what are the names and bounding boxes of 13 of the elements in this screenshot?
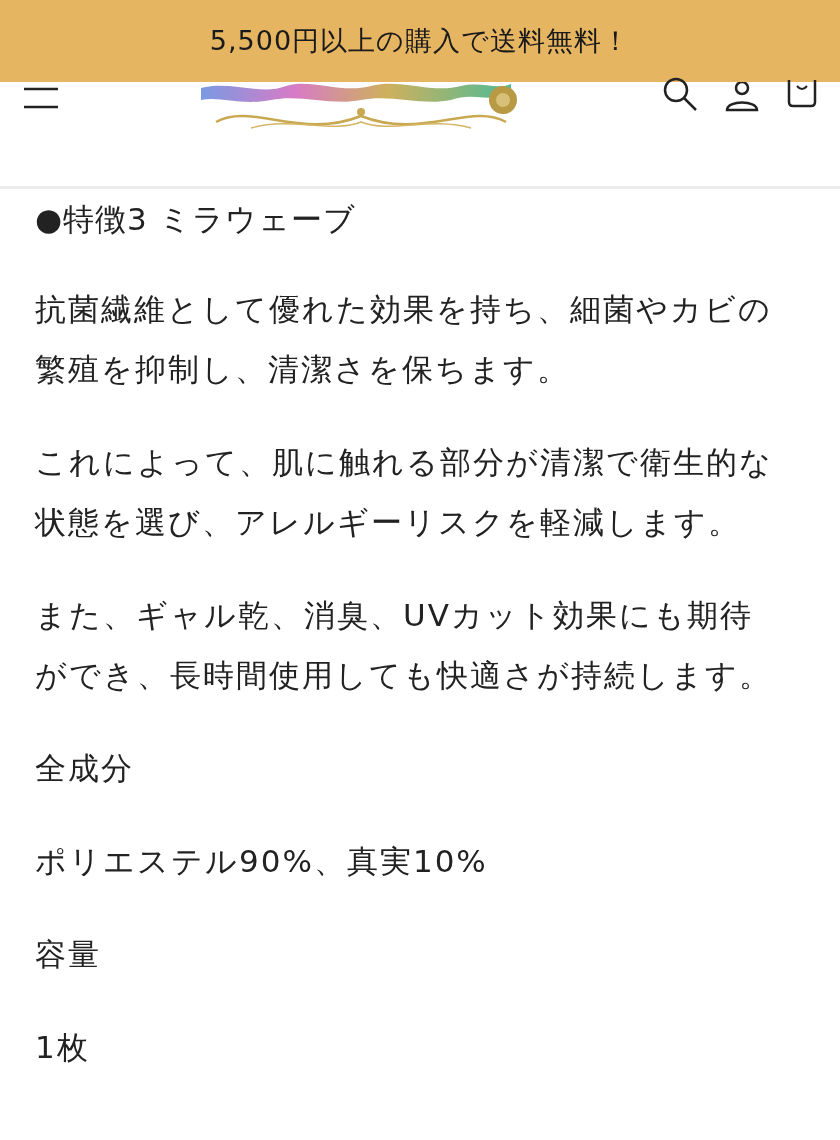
announcement-text: 5,500円以上の購入で送料無料！ [0, 0, 840, 82]
paragraph: ポリエステル90%、真実10% [35, 842, 489, 881]
bag-icon[interactable] [786, 78, 818, 108]
paragraph: 1枚 [35, 1028, 91, 1067]
paragraph: 容量 [35, 935, 102, 974]
paragraph: また、ギャル乾、消臭、UVカット効果にも期待ができ、長時間使用しても快適さが持続します。 [35, 596, 773, 695]
section-heading: ●特徴3 ミラウェーブ [35, 200, 357, 239]
paragraph: これによって、肌に触れる部分が清潔で衛生的な状態を選び、アレルギーリスクを軽減します。 [35, 443, 774, 542]
account-icon[interactable] [724, 82, 760, 112]
paragraph: 全成分 [35, 749, 135, 788]
menu-icon[interactable] [22, 85, 60, 111]
paragraph: 抗菌繊維として優れた効果を持ち、細菌やカビの繁殖を抑制し、清潔さを保ちます。 [35, 290, 773, 389]
search-icon[interactable] [662, 76, 698, 112]
